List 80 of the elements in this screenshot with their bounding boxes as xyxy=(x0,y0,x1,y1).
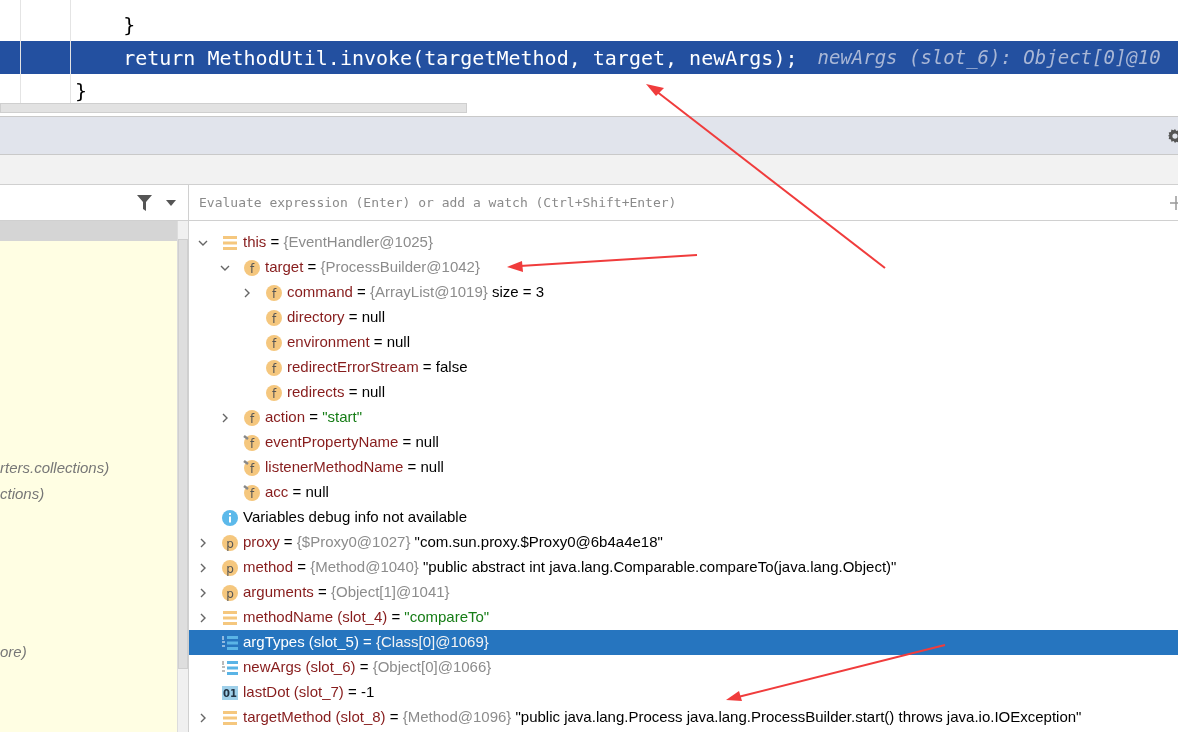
variable-entry: proxy = {$Proxy0@1027} "com.sun.proxy.$Proxy0@6b4a4e18" xyxy=(243,532,663,553)
stack-frame[interactable]: ore) xyxy=(0,643,177,660)
expand-chevron-icon[interactable] xyxy=(198,537,208,548)
parameter-icon: p xyxy=(221,583,239,602)
variable-entry: eventPropertyName = null xyxy=(265,432,439,453)
variable-entry: this = {EventHandler@1025} xyxy=(243,232,433,253)
expand-chevron-icon[interactable] xyxy=(198,712,208,723)
variable-row[interactable]: f directory = null xyxy=(189,305,1178,330)
field-icon: f xyxy=(265,308,283,327)
variable-entry: redirects = null xyxy=(287,382,385,403)
variable-row[interactable]: f command = {ArrayList@1019} size = 3 xyxy=(189,280,1178,305)
dropdown-caret-icon[interactable] xyxy=(166,199,176,206)
variable-row[interactable]: f redirectErrorStream = false xyxy=(189,355,1178,380)
code-line: } xyxy=(122,11,136,39)
field-icon: f xyxy=(265,283,283,302)
info-icon xyxy=(221,508,239,527)
variable-row[interactable]: p arguments = {Object[1]@1041} xyxy=(189,580,1178,605)
scrollbar[interactable] xyxy=(0,103,467,113)
variable-row[interactable]: p method = {Method@1040} "public abstract int java.lang.Comparable.compareTo(java.lang.Object)" xyxy=(189,555,1178,580)
info-message: Variables debug info not available xyxy=(243,507,468,528)
variable-entry: argTypes (slot_5) = {Class[0]@1069} xyxy=(243,632,489,653)
variable-row[interactable]: Variables debug info not available xyxy=(189,505,1178,530)
stack-frame[interactable]: rters.collections) xyxy=(0,459,177,476)
variable-entry: acc = null xyxy=(265,482,329,503)
list-icon xyxy=(221,708,239,727)
parameter-icon: p xyxy=(221,558,239,577)
variable-entry: listenerMethodName = null xyxy=(265,457,444,478)
field-icon: f xyxy=(265,333,283,352)
code-line: return MethodUtil.invoke(targetMethod, target, newArgs); xyxy=(122,44,798,72)
expand-chevron-icon[interactable] xyxy=(242,287,252,298)
variable-entry: redirectErrorStream = false xyxy=(287,357,468,378)
variable-row[interactable]: f environment = null xyxy=(189,330,1178,355)
list-icon xyxy=(221,608,239,627)
list-icon xyxy=(221,233,239,252)
primitive-icon: 01 xyxy=(221,683,239,702)
variable-row[interactable]: f acc = null xyxy=(189,480,1178,505)
variable-row[interactable]: 01 lastDot (slot_7) = -1 xyxy=(189,680,1178,705)
settings-icon[interactable] xyxy=(1168,127,1178,144)
field-icon: f xyxy=(265,358,283,377)
variable-entry: method = {Method@1040} "public abstract int java.lang.Comparable.compareTo(java.lang.Object)" xyxy=(243,557,897,578)
filter-icon[interactable] xyxy=(137,194,152,211)
code-line: } xyxy=(75,77,88,105)
variable-row[interactable]: p proxy = {$Proxy0@1027} "com.sun.proxy.$Proxy0@6b4a4e18" xyxy=(189,530,1178,555)
expand-chevron-icon[interactable] xyxy=(198,562,208,573)
inline-value-hint: newArgs (slot_6): Object[0]@10 xyxy=(817,45,1161,71)
variable-entry: directory = null xyxy=(287,307,385,328)
expand-chevron-icon[interactable] xyxy=(198,587,208,598)
variable-row[interactable]: argTypes (slot_5) = {Class[0]@1069} xyxy=(189,630,1178,655)
variable-row[interactable]: this = {EventHandler@1025} xyxy=(189,230,1178,255)
array-icon xyxy=(221,658,239,677)
variable-entry: command = {ArrayList@1019} size = 3 xyxy=(287,282,545,303)
variable-row[interactable]: targetMethod (slot_8) = {Method@1096} "public java.lang.Process java.lang.ProcessBuilder.start() throws java.io.IOException" xyxy=(189,705,1178,730)
variable-entry: newArgs (slot_6) = {Object[0]@1066} xyxy=(243,657,492,678)
expand-chevron-icon[interactable] xyxy=(220,412,230,423)
variable-entry: arguments = {Object[1]@1041} xyxy=(243,582,450,603)
variable-row[interactable]: f listenerMethodName = null xyxy=(189,455,1178,480)
variable-row[interactable]: newArgs (slot_6) = {Object[0]@1066} xyxy=(189,655,1178,680)
variable-entry: environment = null xyxy=(287,332,410,353)
variable-row[interactable]: f target = {ProcessBuilder@1042} xyxy=(189,255,1178,280)
parameter-icon: p xyxy=(221,533,239,552)
field-icon: f xyxy=(243,408,261,427)
variable-entry: targetMethod (slot_8) = {Method@1096} "public java.lang.Process java.lang.ProcessBuilder.start() throws java.io.IOException" xyxy=(243,707,1082,728)
stack-frame[interactable]: ctions) xyxy=(0,485,177,502)
variable-entry: lastDot (slot_7) = -1 xyxy=(243,682,375,703)
pinned-field-icon: f xyxy=(243,433,261,452)
array-icon xyxy=(221,633,239,652)
variable-row[interactable]: f eventPropertyName = null xyxy=(189,430,1178,455)
expand-chevron-icon[interactable] xyxy=(198,612,208,623)
add-icon[interactable] xyxy=(1170,195,1178,210)
pinned-field-icon: f xyxy=(243,458,261,477)
variable-entry: methodName (slot_4) = "compareTo" xyxy=(243,607,490,628)
variable-row[interactable]: f action = "start" xyxy=(189,405,1178,430)
pinned-field-icon: f xyxy=(243,483,261,502)
field-icon: f xyxy=(243,258,261,277)
scrollbar-thumb[interactable] xyxy=(178,239,188,669)
variable-row[interactable]: f redirects = null xyxy=(189,380,1178,405)
variable-entry: action = "start" xyxy=(265,407,362,428)
variable-row[interactable]: methodName (slot_4) = "compareTo" xyxy=(189,605,1178,630)
variable-entry: target = {ProcessBuilder@1042} xyxy=(265,257,480,278)
field-icon: f xyxy=(265,383,283,402)
